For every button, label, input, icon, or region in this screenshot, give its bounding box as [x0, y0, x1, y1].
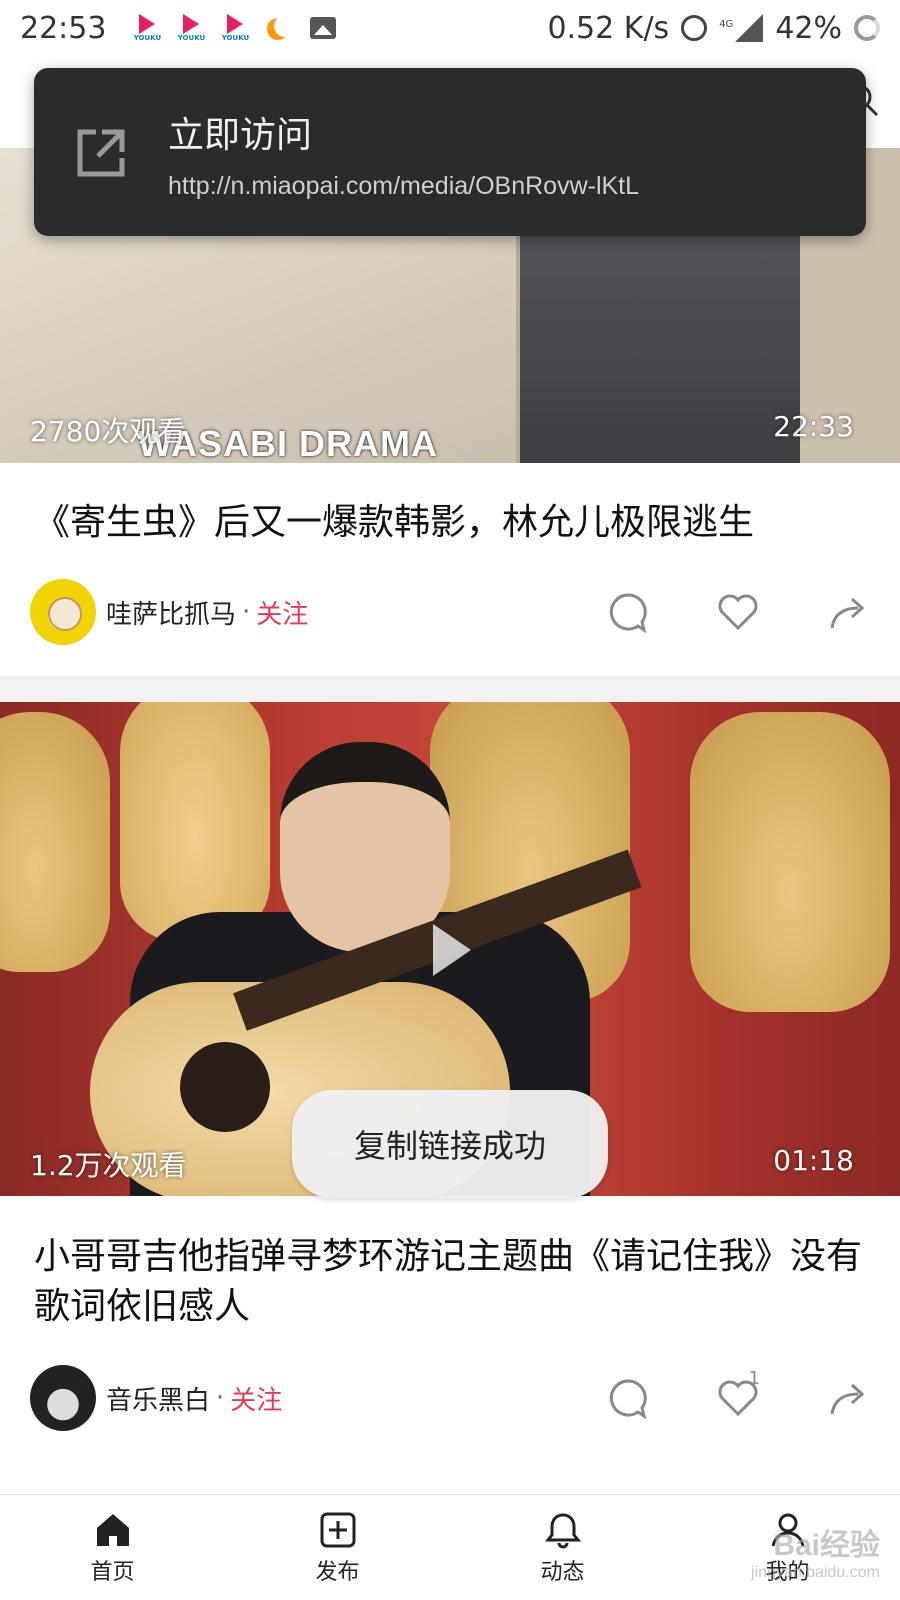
video-duration: 01:18	[773, 1144, 854, 1177]
network-type: 4G	[719, 18, 734, 30]
battery-level: 42%	[775, 10, 842, 46]
youku-icon: YOUKU	[220, 13, 250, 43]
like-control[interactable]: 1	[716, 1368, 760, 1420]
author-row: 哇萨比抓马 · 关注	[30, 576, 870, 648]
share-icon[interactable]	[826, 1376, 870, 1420]
video-title[interactable]: 小哥哥吉他指弹寻梦环游记主题曲《请记住我》没有歌词依旧感人	[34, 1232, 864, 1332]
author-name[interactable]: 音乐黑白	[106, 1380, 210, 1417]
avatar[interactable]	[30, 579, 96, 645]
net-speed: 0.52 K/s	[547, 10, 670, 46]
notification-url: http://n.miaopai.com/media/OBnRovw-lKtL	[168, 172, 640, 200]
status-time: 22:53	[20, 10, 107, 46]
view-count: 1.2万次观看	[30, 1149, 187, 1182]
share-icon[interactable]	[826, 590, 870, 634]
action-bar: 1	[606, 1368, 870, 1420]
alarm-icon	[681, 15, 708, 41]
video-title[interactable]: 《寄生虫》后又一爆款韩影，林允儿极限逃生	[34, 498, 864, 548]
play-icon[interactable]	[433, 924, 471, 976]
youku-icon: YOUKU	[132, 13, 162, 43]
signal-icon	[735, 14, 764, 42]
card-divider	[0, 676, 900, 702]
image-icon	[308, 13, 338, 43]
like-count: 1	[748, 1368, 760, 1389]
author-name[interactable]: 哇萨比抓马	[106, 594, 236, 631]
action-bar	[606, 590, 870, 634]
notification-title: 立即访问	[168, 115, 313, 156]
author-row: 音乐黑白 · 关注 1	[30, 1362, 870, 1434]
comment-icon[interactable]	[606, 590, 650, 634]
avatar[interactable]	[30, 1365, 96, 1431]
nav-activity[interactable]: 动态	[450, 1495, 675, 1600]
open-link-icon	[77, 129, 125, 177]
notification-icons: YOUKU YOUKU YOUKU	[132, 13, 338, 43]
follow-button[interactable]: 关注	[230, 1380, 282, 1417]
bell-icon	[544, 1512, 581, 1548]
heart-icon[interactable]	[716, 590, 760, 634]
view-count: 2780次观看	[30, 415, 186, 448]
home-icon	[96, 1513, 129, 1546]
watermark: Bai经验 jingyan.baidu.com	[751, 1529, 880, 1581]
nav-publish[interactable]: 发布	[225, 1495, 450, 1600]
follow-button[interactable]: 关注	[256, 594, 308, 631]
moon-icon	[264, 13, 294, 43]
video-duration: 22:33	[773, 410, 854, 443]
status-indicators: 0.52 K/s 4G 42%	[547, 11, 880, 46]
publish-icon	[320, 1512, 355, 1547]
comment-icon[interactable]	[606, 1376, 650, 1420]
youku-icon: YOUKU	[176, 13, 206, 43]
link-notification[interactable]: 立即访问 http://n.miaopai.com/media/OBnRovw-…	[34, 68, 866, 236]
nav-home[interactable]: 首页	[0, 1495, 225, 1600]
battery-icon	[854, 15, 880, 41]
status-bar: 22:53 YOUKU YOUKU YOUKU 0.52 K/s 4G 42%	[0, 0, 900, 56]
copy-success-toast: 复制链接成功	[292, 1090, 608, 1198]
